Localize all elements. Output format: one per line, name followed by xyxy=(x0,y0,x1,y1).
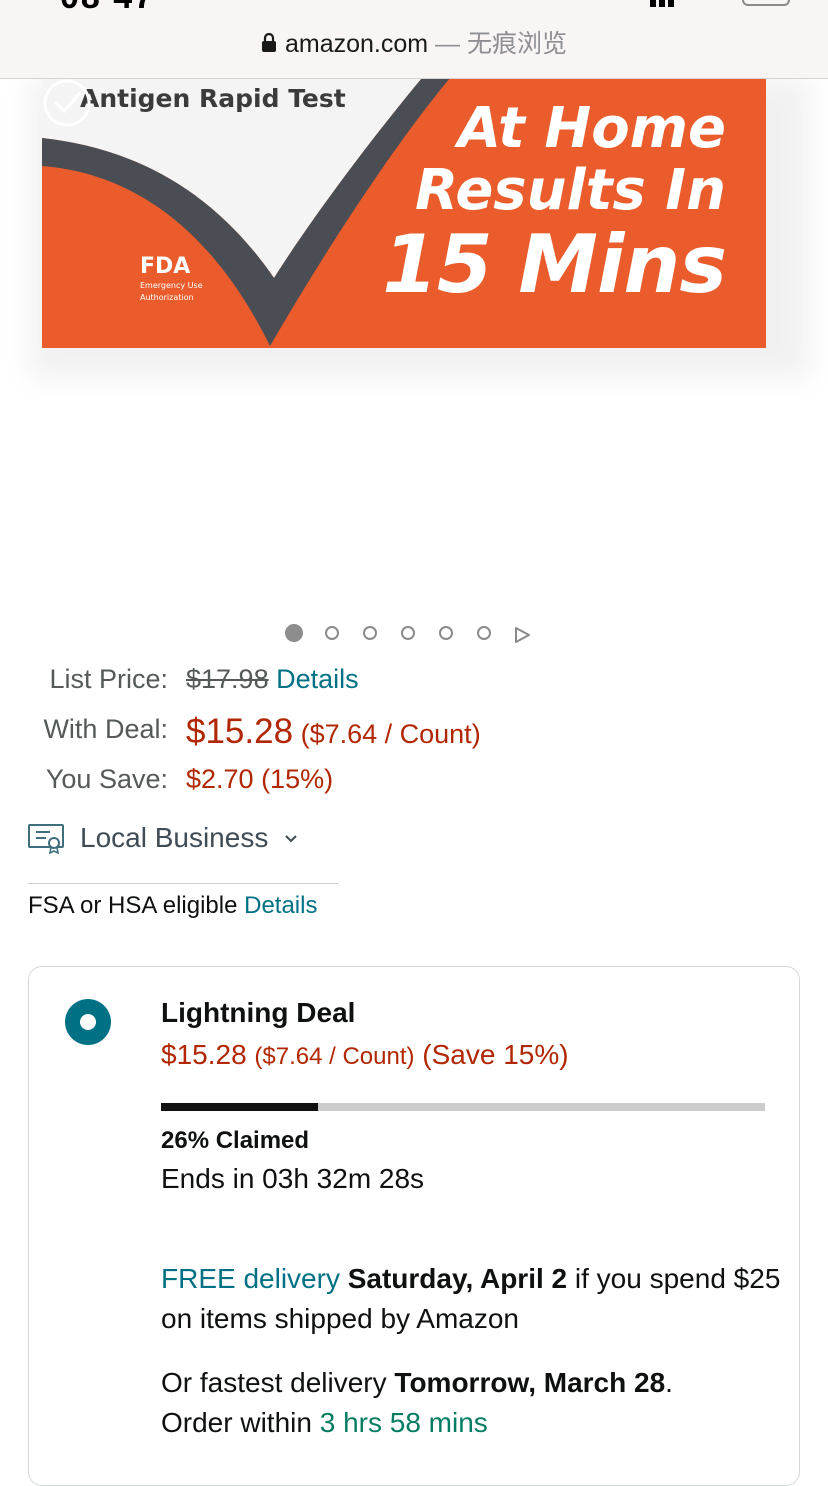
play-video-icon[interactable] xyxy=(513,626,531,644)
fsa-details-link[interactable]: Details xyxy=(244,892,317,919)
lightning-deal-card[interactable]: Lightning Deal $15.28 ($7.64 / Count) (S… xyxy=(28,966,800,1486)
with-deal-label: With Deal: xyxy=(43,714,168,744)
lock-icon xyxy=(261,33,276,53)
claimed-progress-bar xyxy=(161,1103,765,1111)
signal-icon xyxy=(650,0,690,7)
headline-line-1: At Home xyxy=(457,96,726,161)
deal-price-value: $15.28 ($7.64 / Count) xyxy=(186,712,481,751)
fsa-eligibility: FSA or HSA eligible Details xyxy=(28,892,317,920)
order-countdown: 3 hrs 58 mins xyxy=(319,1407,488,1438)
list-price-details-link[interactable]: Details xyxy=(276,664,359,694)
you-save-label: You Save: xyxy=(45,764,168,794)
deal-card-price: $15.28 ($7.64 / Count) (Save 15%) xyxy=(161,1039,569,1070)
browser-url-bar[interactable]: 08 47 amazon.com — 无痕浏览 xyxy=(0,0,828,79)
fastest-delivery-message: Or fastest delivery Tomorrow, March 28. … xyxy=(161,1367,673,1438)
battery-icon xyxy=(742,0,790,6)
status-time: 08 47 xyxy=(60,0,155,17)
deal-countdown: Ends in 03h 32m 28s xyxy=(161,1163,425,1194)
carousel-dot[interactable] xyxy=(477,626,491,640)
fda-badge-title: FDA xyxy=(140,254,191,279)
fda-check-icon xyxy=(43,79,91,127)
carousel-dot[interactable] xyxy=(325,626,339,640)
section-divider xyxy=(28,883,338,884)
deal-title: Lightning Deal xyxy=(161,997,356,1028)
you-save-value: $2.70 (15%) xyxy=(186,764,334,794)
url-domain: amazon.com xyxy=(284,30,429,58)
headline-line-2: Results In xyxy=(414,158,726,223)
certificate-icon xyxy=(28,824,64,854)
free-delivery-message: FREE delivery Saturday, April 2 if you s… xyxy=(161,1263,781,1334)
free-delivery-link[interactable]: FREE delivery xyxy=(161,1263,340,1294)
headline-line-3: 15 Mins xyxy=(382,218,727,311)
carousel-dot[interactable] xyxy=(401,626,415,640)
carousel-dot[interactable] xyxy=(439,626,453,640)
deal-radio-button[interactable] xyxy=(65,999,111,1045)
list-price-value: $17.98 Details xyxy=(186,664,359,694)
claimed-progress-fill xyxy=(161,1103,319,1111)
box-subtitle: Antigen Rapid Test xyxy=(80,84,346,113)
carousel-dot[interactable] xyxy=(285,624,303,642)
url-display[interactable]: amazon.com — 无痕浏览 xyxy=(0,28,828,60)
product-image[interactable]: Antigen Rapid Test FDA Emergency Use Aut… xyxy=(0,78,828,398)
carousel-dot[interactable] xyxy=(363,626,377,640)
product-box-art: Antigen Rapid Test FDA Emergency Use Aut… xyxy=(42,78,766,348)
claimed-text: 26% Claimed xyxy=(161,1127,310,1154)
fsa-text: FSA or HSA eligible xyxy=(28,892,238,919)
chevron-down-icon xyxy=(285,835,297,843)
fda-badge-subtitle: Emergency Use Authorization xyxy=(140,281,203,302)
private-browsing-label: — 无痕浏览 xyxy=(428,30,568,58)
local-business-label: Local Business xyxy=(80,822,269,853)
list-price-label: List Price: xyxy=(49,664,168,694)
